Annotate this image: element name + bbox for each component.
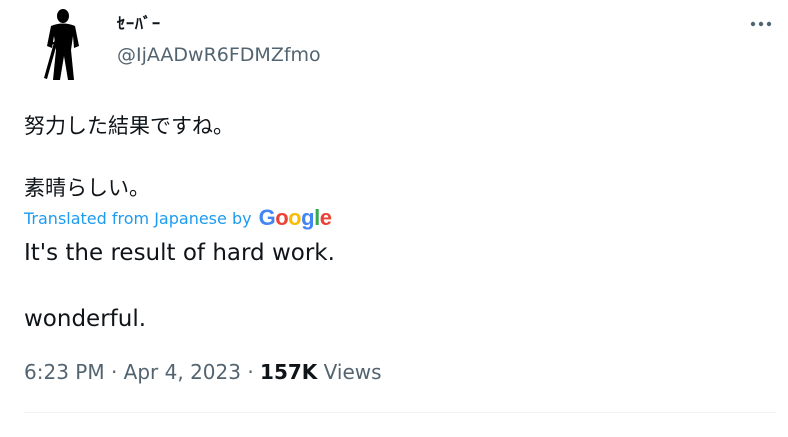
meta-separator: · bbox=[247, 360, 254, 384]
tweet-original-line: 素晴らしい。 bbox=[24, 176, 150, 200]
tweet-translated-line: It's the result of hard work. bbox=[24, 240, 335, 266]
tweet-original-line: 努力した結果ですね。 bbox=[24, 114, 234, 138]
author-display-name[interactable]: ｾｰﾊﾞｰ bbox=[117, 10, 161, 34]
views-count: 157K bbox=[260, 360, 318, 384]
translation-label[interactable]: Translated from Japanese by bbox=[24, 209, 252, 228]
avatar[interactable] bbox=[26, 6, 96, 82]
views-label: Views bbox=[323, 360, 382, 384]
more-horizontal-icon bbox=[750, 21, 772, 27]
translation-attribution: Translated from Japanese by Google bbox=[24, 205, 332, 231]
tweet-timestamp[interactable]: 6:23 PM · Apr 4, 2023 bbox=[24, 360, 241, 384]
tweet-time: 6:23 PM bbox=[24, 360, 105, 384]
author-handle[interactable]: @IjAADwR6FDMZfmo bbox=[117, 44, 321, 66]
tweet-meta: 6:23 PM · Apr 4, 2023 · 157K Views bbox=[24, 360, 382, 384]
google-logo: Google bbox=[258, 205, 332, 230]
divider bbox=[24, 412, 776, 413]
meta-separator: · bbox=[110, 360, 118, 384]
tweet-translated-line: wonderful. bbox=[24, 306, 147, 332]
more-button[interactable] bbox=[746, 12, 776, 36]
silhouette-figure-icon bbox=[44, 9, 79, 80]
tweet-date: Apr 4, 2023 bbox=[123, 360, 241, 384]
views-link[interactable]: 157K Views bbox=[260, 360, 382, 384]
